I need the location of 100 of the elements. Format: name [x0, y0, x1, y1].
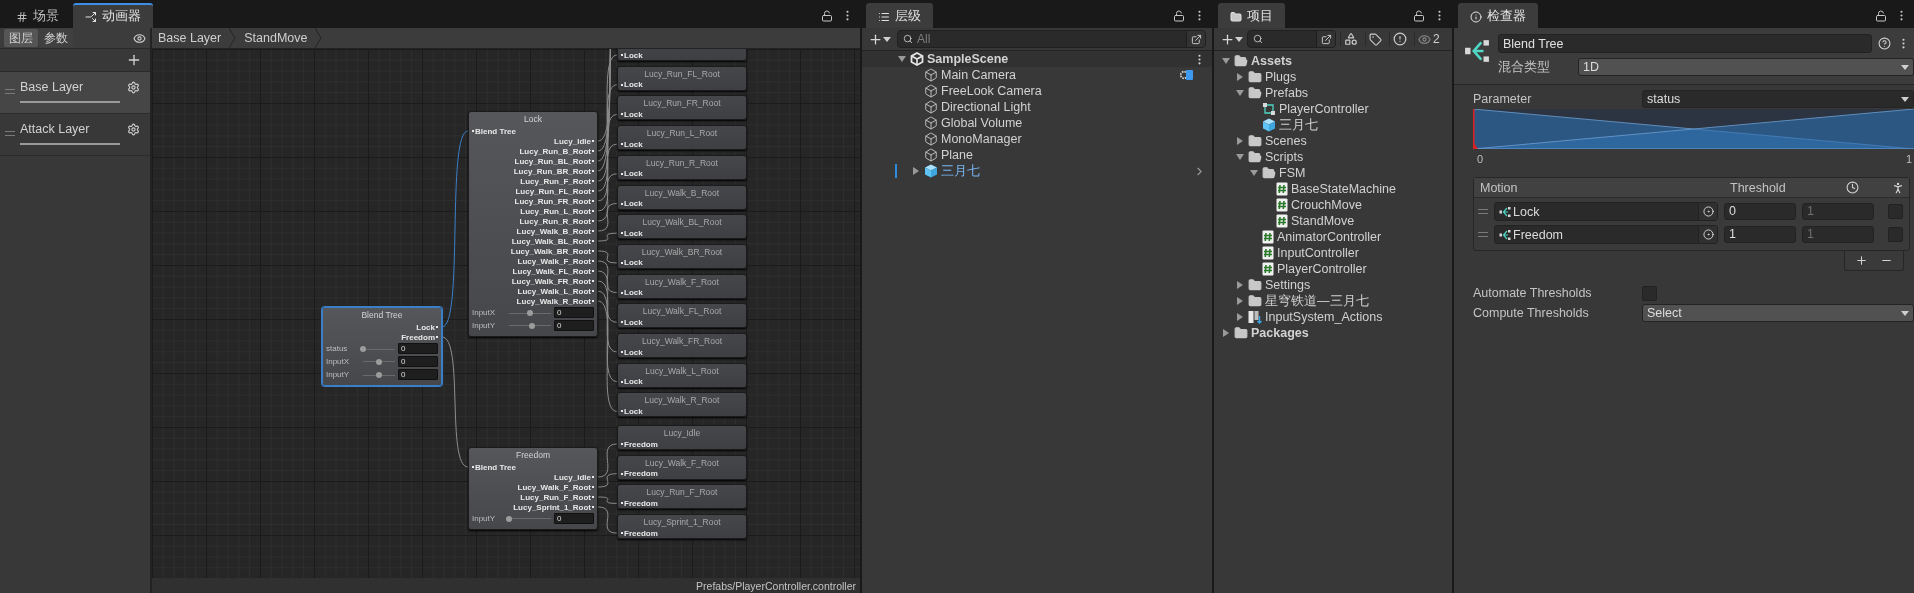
input-port[interactable]: Freedom: [621, 469, 658, 479]
input-port[interactable]: Lock: [621, 228, 643, 238]
output-port[interactable]: Lucy_Walk_BR_Root: [510, 246, 594, 256]
input-port[interactable]: Freedom: [621, 498, 658, 508]
expanded-arrow-icon[interactable]: [1235, 153, 1244, 161]
output-port[interactable]: Lock: [416, 322, 438, 332]
motion-node[interactable]: Lucy_Walk_R_Root Lock: [617, 392, 747, 418]
window-tab[interactable]: 检查器: [1458, 3, 1538, 28]
motion-node[interactable]: Lucy_Walk_F_Root Freedom: [617, 454, 747, 480]
value-field[interactable]: 0: [554, 513, 594, 524]
input-port[interactable]: Lock: [621, 288, 643, 298]
motion-node[interactable]: Lucy_Walk_L_Root Lock: [617, 362, 747, 388]
hierarchy-item[interactable]: Global Volume: [862, 115, 1212, 131]
output-port[interactable]: Lucy_Walk_BL_Root: [511, 236, 594, 246]
expanded-arrow-icon[interactable]: [1249, 169, 1258, 177]
project-item[interactable]: Packages: [1214, 325, 1452, 341]
add-icon[interactable]: [1855, 254, 1868, 267]
motion-field[interactable]: Freedom: [1494, 225, 1718, 244]
collapsed-arrow-icon[interactable]: [1235, 313, 1244, 321]
project-item[interactable]: InputController: [1214, 245, 1452, 261]
output-port[interactable]: Lucy_Run_B_Root: [519, 146, 594, 156]
expand-icon[interactable]: [1320, 33, 1332, 45]
mirror-checkbox[interactable]: [1888, 204, 1903, 219]
motion-node[interactable]: Lucy_Walk_BL_Root Lock: [617, 214, 747, 240]
output-port[interactable]: Lucy_Walk_B_Root: [516, 226, 594, 236]
settings-icon[interactable]: [127, 80, 140, 94]
output-port[interactable]: Lucy_Run_F_Root: [520, 176, 594, 186]
compute-dropdown[interactable]: Select: [1642, 304, 1914, 322]
search-field[interactable]: All: [897, 30, 1206, 48]
project-item[interactable]: Settings: [1214, 277, 1452, 293]
collapsed-arrow-icon[interactable]: [1235, 137, 1244, 145]
motion-node[interactable]: Lucy_Walk_B_Root Lock: [617, 184, 747, 210]
hierarchy-item[interactable]: 三月七: [862, 163, 1212, 179]
drag-handle-icon[interactable]: [1478, 209, 1488, 214]
motion-field[interactable]: Lock: [1494, 202, 1718, 221]
value-field[interactable]: 0: [398, 356, 438, 367]
output-port[interactable]: Lucy_Run_FL_Root: [515, 186, 594, 196]
blend-tree-node[interactable]: Blend Tree Lock Freedom status 0 InputX 0 InputY 0: [322, 307, 442, 386]
output-port[interactable]: Lucy_Walk_FR_Root: [511, 276, 594, 286]
slider-thumb[interactable]: [360, 345, 366, 352]
add-icon[interactable]: [126, 52, 142, 68]
lock-icon[interactable]: [1413, 9, 1425, 22]
input-port[interactable]: Lock: [621, 347, 643, 357]
project-item[interactable]: Prefabs: [1214, 85, 1452, 101]
motion-node[interactable]: Lucy_Walk_FL_Root Lock: [617, 303, 747, 329]
motion-node[interactable]: Lucy_Walk_BR_Root Lock: [617, 243, 747, 269]
picker-icon[interactable]: [1702, 206, 1714, 217]
project-item[interactable]: AnimatorController: [1214, 229, 1452, 245]
motion-node[interactable]: Lucy_Sprint_1_Root Freedom: [617, 514, 747, 540]
collapsed-arrow-icon[interactable]: [1235, 297, 1244, 305]
input-port[interactable]: Lock: [621, 406, 643, 416]
value-field[interactable]: 0: [554, 307, 594, 318]
output-port[interactable]: Lucy_Sprint_1_Root: [513, 502, 594, 512]
threshold-field[interactable]: 1: [1724, 226, 1796, 243]
panel-tab[interactable]: 参数: [39, 29, 73, 47]
lock-icon[interactable]: [1875, 9, 1887, 22]
drag-handle-icon[interactable]: [5, 131, 15, 136]
name-field[interactable]: Blend Tree: [1498, 34, 1872, 53]
output-port[interactable]: Lucy_Run_BL_Root: [514, 156, 594, 166]
slider-thumb[interactable]: [529, 322, 536, 329]
parameter-slider[interactable]: [363, 358, 395, 365]
input-port[interactable]: Blend Tree: [472, 126, 516, 136]
layer-item[interactable]: Base Layer: [0, 72, 150, 114]
picker-icon[interactable]: [1702, 229, 1714, 240]
input-port[interactable]: Lock: [621, 258, 643, 268]
slider-thumb[interactable]: [506, 515, 512, 522]
project-item[interactable]: FSM: [1214, 165, 1452, 181]
parameter-slider[interactable]: [509, 322, 551, 329]
input-port[interactable]: Lock: [621, 50, 643, 60]
mirror-checkbox[interactable]: [1888, 227, 1903, 242]
output-port[interactable]: Lucy_Run_R_Root: [519, 216, 594, 226]
expand-icon[interactable]: [1190, 33, 1202, 45]
slider-thumb[interactable]: [376, 371, 382, 378]
expanded-arrow-icon[interactable]: [1221, 57, 1230, 65]
input-port[interactable]: Lock: [621, 109, 643, 119]
settings-icon[interactable]: [127, 122, 140, 136]
collapsed-arrow-icon[interactable]: [911, 167, 920, 175]
collapsed-arrow-icon[interactable]: [1235, 73, 1244, 81]
motion-node[interactable]: Lucy_Run_L_Root Lock: [617, 125, 747, 151]
search-input[interactable]: All: [917, 32, 1182, 46]
lock-icon[interactable]: [821, 9, 833, 22]
project-item[interactable]: Assets: [1214, 53, 1452, 69]
parameter-dropdown[interactable]: status: [1642, 90, 1914, 108]
collapsed-arrow-icon[interactable]: [1235, 281, 1244, 289]
slider-thumb[interactable]: [527, 309, 533, 316]
motion-node[interactable]: Lucy_Run_F_Root Freedom: [617, 484, 747, 510]
value-field[interactable]: 0: [398, 343, 438, 354]
project-item[interactable]: Scenes: [1214, 133, 1452, 149]
hierarchy-item[interactable]: Directional Light: [862, 99, 1212, 115]
help-icon[interactable]: [1878, 37, 1891, 50]
window-tab[interactable]: 层级: [866, 3, 933, 28]
parameter-marker[interactable]: [1473, 109, 1478, 149]
breadcrumb-item[interactable]: Base Layer: [152, 28, 239, 48]
output-port[interactable]: Lucy_Idle: [554, 472, 594, 482]
window-tab[interactable]: 场景: [4, 3, 71, 28]
motion-node[interactable]: Lucy_Run_FL_Root Lock: [617, 65, 747, 91]
add-button[interactable]: [1220, 31, 1243, 47]
input-port[interactable]: Freedom: [621, 439, 658, 449]
hidden-count-button[interactable]: 2: [1414, 32, 1443, 46]
input-port[interactable]: Freedom: [621, 528, 658, 538]
